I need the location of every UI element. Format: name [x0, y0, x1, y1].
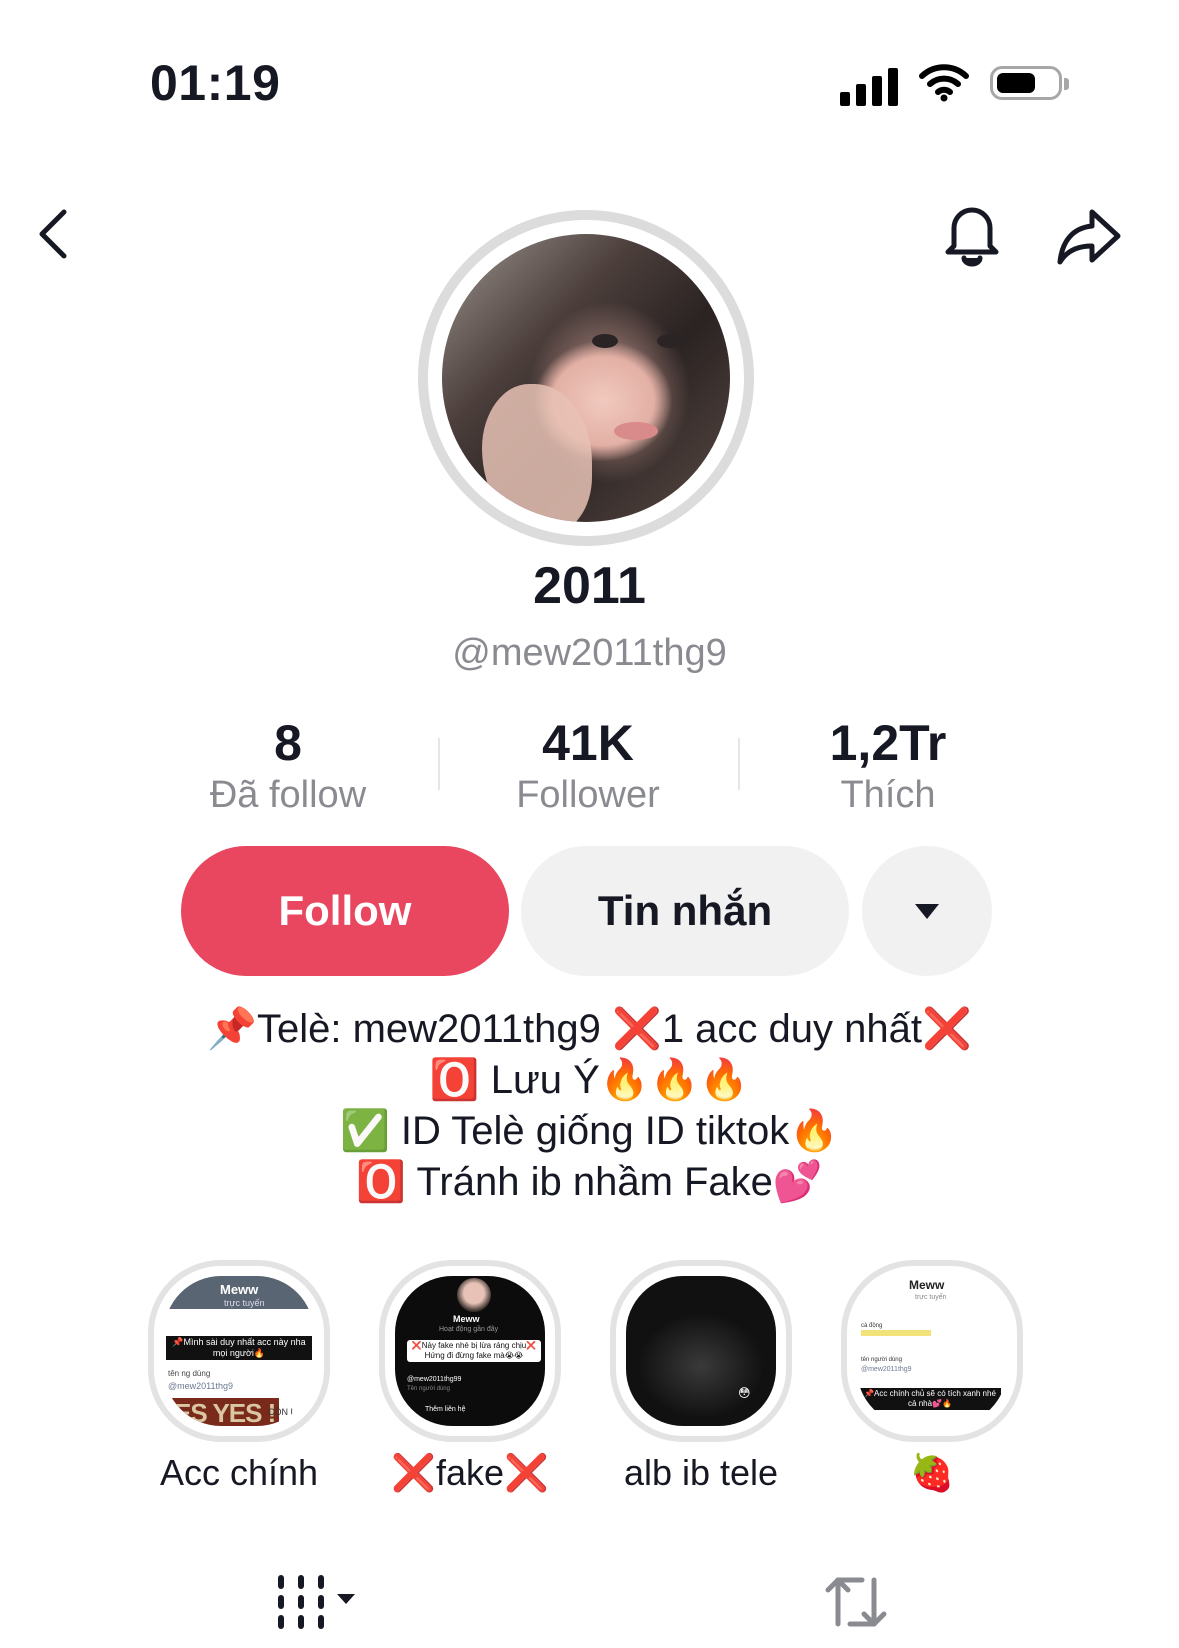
bio: 📌Telè: mew2011thg9 ❌1 acc duy nhất❌ 🅾️ L…	[0, 1004, 1179, 1208]
highlight-item[interactable]: Meww Hoạt động gần đây ❌Này fake nhé bị …	[375, 1260, 565, 1494]
stat-likes[interactable]: 1,2Tr Thích	[758, 714, 1018, 817]
bio-line: 🅾️ Tránh ib nhầm Fake💕	[356, 1160, 823, 1204]
highlight-item[interactable]: Meww trực tuyến 📌Mình sài duy nhất acc n…	[144, 1260, 334, 1494]
stat-followers-label: Follower	[516, 774, 660, 816]
thumb-more: Thêm liên hệ	[425, 1406, 466, 1413]
thumb-username-label: Tên người dùng	[407, 1386, 450, 1392]
grid-icon	[278, 1575, 355, 1629]
share-icon[interactable]	[1054, 206, 1124, 273]
thumb-avatar	[457, 1278, 491, 1312]
avatar[interactable]	[418, 210, 754, 546]
tab-reposts[interactable]	[822, 1572, 890, 1637]
highlight-item[interactable]: Meww trực tuyến cà động tên người dùng @…	[837, 1260, 1027, 1494]
message-button[interactable]: Tin nhắn	[521, 846, 849, 976]
stat-divider	[438, 738, 440, 790]
highlight-cover: Meww trực tuyến cà động tên người dùng @…	[841, 1260, 1023, 1442]
highlight-label: 🍓	[909, 1452, 955, 1493]
stat-likes-count: 1,2Tr	[829, 715, 947, 771]
back-chevron-icon[interactable]	[34, 206, 74, 267]
thumb-emoji: 😳	[738, 1386, 751, 1400]
stat-following-label: Đã follow	[209, 774, 367, 816]
thumb-caption: 📌Mình sài duy nhất acc này nha mọi người…	[166, 1336, 312, 1360]
thumb-name: Meww	[909, 1278, 945, 1292]
thumb-overlay: ES YES !	[170, 1398, 280, 1426]
thumb-highlight-bar	[861, 1330, 931, 1336]
highlight-label: Acc chính	[159, 1452, 319, 1493]
repost-icon	[825, 1577, 887, 1627]
highlight-item[interactable]: 😳 alb ib tele	[606, 1260, 796, 1494]
thumb-caption: ❌Này fake nhé bị lừa ráng chịu❌ Hứng đi …	[407, 1340, 541, 1362]
thumb-name: Meww	[220, 1282, 259, 1297]
thumb-status: trực tuyến	[915, 1294, 947, 1301]
thumb-username: @mew2011thg99	[407, 1376, 462, 1383]
highlight-cover: 😳	[610, 1260, 792, 1442]
thumb-caption: 📌Acc chính chủ sẽ có tích xanh nhé cả nh…	[859, 1388, 1001, 1410]
bio-line: 📌Telè: mew2011thg9 ❌1 acc duy nhất❌	[207, 1007, 972, 1051]
avatar-photo	[442, 234, 730, 522]
highlight-cover: Meww trực tuyến 📌Mình sài duy nhất acc n…	[148, 1260, 330, 1442]
thumb-username-label: tên ng dùng	[168, 1369, 211, 1378]
stat-followers[interactable]: 41K Follower	[458, 714, 718, 817]
bio-line: 🅾️ Lưu Ý🔥🔥🔥	[429, 1058, 750, 1102]
thumb-overlay-small: CÒN LAI	[268, 1407, 305, 1417]
follow-button[interactable]: Follow	[181, 846, 509, 976]
stat-following[interactable]: 8 Đã follow	[158, 714, 418, 817]
stat-followers-count: 41K	[542, 715, 634, 771]
bell-icon[interactable]	[940, 200, 1004, 273]
caret-down-icon	[915, 903, 939, 919]
cellular-signal-icon	[840, 66, 898, 106]
bio-line: ✅ ID Telè giống ID tiktok🔥	[339, 1109, 840, 1153]
highlight-label: ❌fake❌	[391, 1452, 549, 1493]
username-handle: @mew2011thg9	[452, 632, 727, 674]
wifi-icon	[918, 62, 970, 107]
highlight-label: alb ib tele	[623, 1452, 779, 1493]
status-time: 01:19	[150, 55, 281, 111]
thumb-username: @mew2011thg9	[861, 1366, 912, 1373]
battery-icon	[990, 66, 1069, 100]
tab-videos-grid[interactable]	[275, 1572, 375, 1637]
stat-divider	[738, 738, 740, 790]
stat-following-count: 8	[274, 715, 302, 771]
display-name: 2011	[533, 557, 646, 615]
highlight-cover: Meww Hoạt động gần đây ❌Này fake nhé bị …	[379, 1260, 561, 1442]
more-options-button[interactable]	[862, 846, 992, 976]
thumb-status: trực tuyến	[224, 1298, 265, 1308]
thumb-username: @mew2011thg9	[168, 1381, 234, 1391]
stat-likes-label: Thích	[840, 774, 936, 816]
thumb-status: Hoạt động gần đây	[439, 1326, 499, 1333]
thumb-name: Meww	[453, 1314, 480, 1324]
